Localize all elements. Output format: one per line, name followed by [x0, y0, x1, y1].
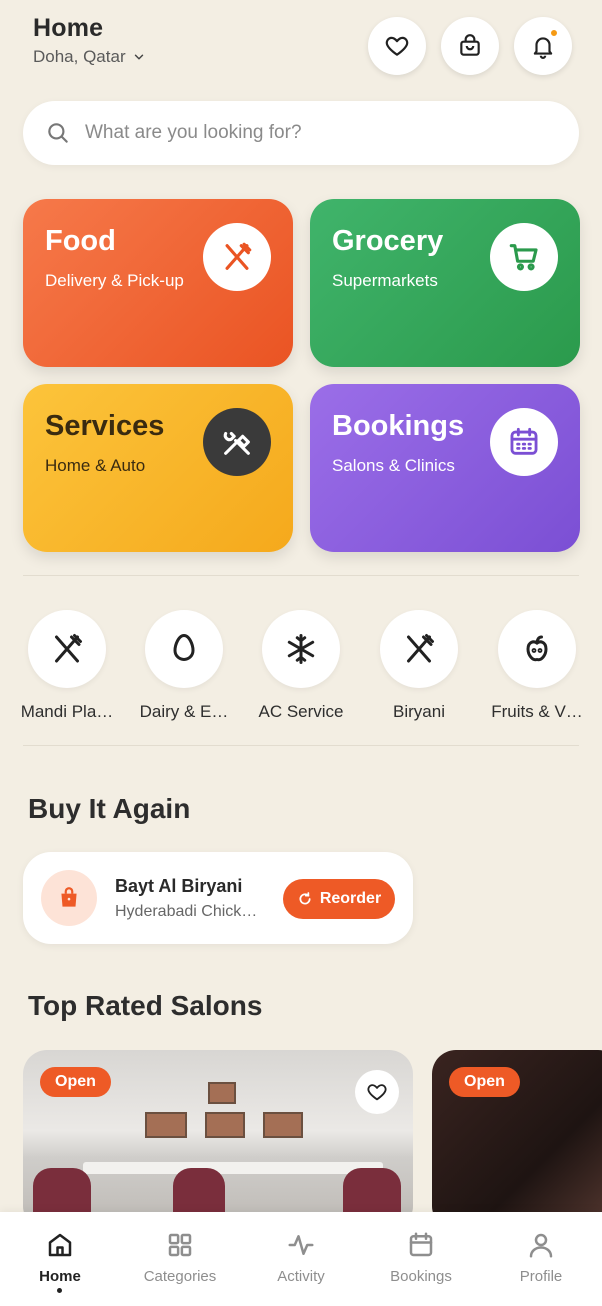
category-subtitle: Salons & Clinics: [332, 456, 455, 475]
top-salons-title: Top Rated Salons: [28, 990, 263, 1021]
quick-link-label: AC Service: [258, 702, 344, 721]
buy-again-card[interactable]: Bayt Al Biryani Hyderabadi Chick… Reorde…: [23, 852, 413, 944]
buy-again-title: Buy It Again: [28, 793, 191, 824]
chevron-down-icon: [134, 54, 143, 60]
nav-bookings[interactable]: Bookings: [361, 1230, 481, 1285]
heart-icon: [367, 1084, 387, 1101]
category-bookings[interactable]: Bookings Salons & Clinics: [310, 384, 580, 552]
category-services[interactable]: Services Home & Auto: [23, 384, 293, 552]
divider: [23, 575, 579, 576]
active-indicator: [57, 1288, 62, 1293]
grid-icon: [168, 1233, 192, 1257]
nav-activity[interactable]: Activity: [241, 1230, 361, 1285]
heart-icon: [385, 36, 409, 56]
location-selector[interactable]: Doha, Qatar: [33, 47, 146, 67]
quick-link-label: Fruits & V…: [491, 702, 583, 721]
cart-button[interactable]: [441, 17, 499, 75]
egg-icon: [145, 610, 223, 688]
bottom-nav: Home Categories Activity Bookings Profil…: [0, 1212, 602, 1306]
shopping-bag-icon: [460, 34, 480, 56]
category-subtitle: Delivery & Pick-up: [45, 271, 184, 290]
header: Home Doha, Qatar: [33, 14, 146, 67]
category-subtitle: Home & Auto: [45, 456, 146, 475]
reorder-button[interactable]: Reorder: [283, 879, 395, 919]
fork-knife-icon: [203, 223, 271, 291]
tools-icon: [203, 408, 271, 476]
cart-icon: [490, 223, 558, 291]
salon-photo-art: [208, 1082, 236, 1104]
fork-knife-icon: [28, 610, 106, 688]
calendar-icon: [409, 1232, 433, 1257]
calendar-icon: [490, 408, 558, 476]
apple-icon: [498, 610, 576, 688]
search-bar[interactable]: [23, 101, 579, 165]
restaurant-name: Bayt Al Biryani: [115, 875, 243, 896]
page-title: Home: [33, 14, 104, 42]
location-label: Doha, Qatar: [33, 47, 126, 66]
salon-photo-art: [145, 1112, 187, 1138]
refresh-icon: [299, 892, 311, 905]
nav-label: Activity: [277, 1268, 325, 1285]
quick-link-label: Biryani: [393, 702, 445, 721]
status-badge: Open: [449, 1067, 520, 1097]
notifications-button[interactable]: [514, 17, 572, 75]
fork-knife-icon: [380, 610, 458, 688]
reorder-label: Reorder: [319, 890, 382, 907]
search-input[interactable]: [85, 122, 545, 144]
quick-link-mandi[interactable]: Mandi Pla…: [8, 610, 126, 722]
status-badge: Open: [40, 1067, 111, 1097]
activity-icon: [288, 1235, 314, 1255]
quick-link-label: Dairy & E…: [139, 702, 229, 721]
salon-card[interactable]: Open: [23, 1050, 413, 1230]
favorites-button[interactable]: [368, 17, 426, 75]
quick-link-fruits[interactable]: Fruits & V…: [478, 610, 596, 722]
favorite-button[interactable]: [355, 1070, 399, 1114]
salon-photo-art: [263, 1112, 303, 1138]
quick-link-biryani[interactable]: Biryani: [360, 610, 478, 722]
snowflake-icon: [262, 610, 340, 688]
salon-card[interactable]: Open: [432, 1050, 602, 1230]
nav-label: Categories: [143, 1268, 217, 1285]
user-icon: [529, 1233, 553, 1258]
salon-photo-counter: [83, 1162, 383, 1174]
nav-home[interactable]: Home: [0, 1230, 120, 1285]
shopping-bag-icon: [41, 870, 97, 926]
salon-photo-art: [205, 1112, 245, 1138]
quick-link-label: Mandi Pla…: [20, 702, 114, 721]
item-name: Hyderabadi Chick…: [115, 902, 258, 920]
home-icon: [48, 1233, 72, 1257]
divider: [23, 745, 579, 746]
nav-profile[interactable]: Profile: [481, 1230, 601, 1285]
search-icon: [48, 123, 68, 143]
quick-link-ac-service[interactable]: AC Service: [242, 610, 360, 722]
notification-badge: [549, 28, 559, 38]
quick-link-dairy[interactable]: Dairy & E…: [125, 610, 243, 722]
nav-categories[interactable]: Categories: [120, 1230, 240, 1285]
category-food[interactable]: Food Delivery & Pick-up: [23, 199, 293, 367]
nav-label: Profile: [519, 1268, 563, 1285]
nav-label: Home: [39, 1268, 81, 1285]
category-grocery[interactable]: Grocery Supermarkets: [310, 199, 580, 367]
nav-label: Bookings: [390, 1268, 452, 1285]
category-subtitle: Supermarkets: [332, 271, 438, 290]
